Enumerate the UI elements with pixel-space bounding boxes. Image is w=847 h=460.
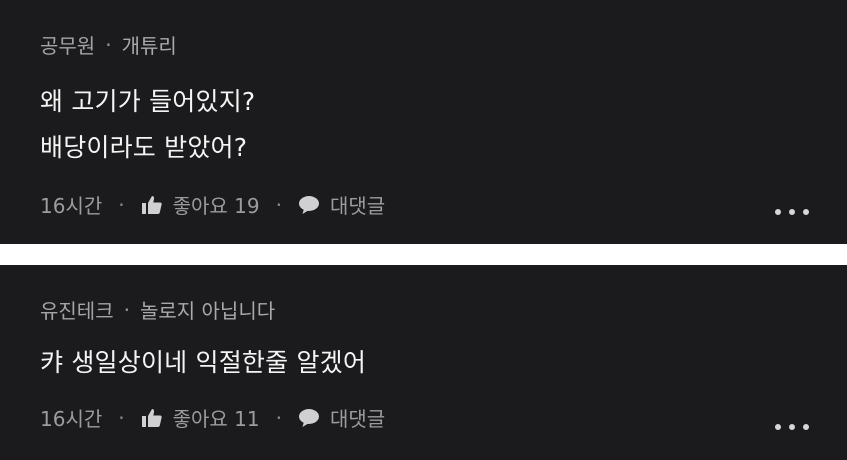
action-separator: · [275, 405, 282, 430]
comment-tag: 개튜리 [121, 34, 177, 58]
comment-tag: 놀로지 아닙니다 [139, 299, 276, 323]
comment-meta: 공무원 · 개튜리 [40, 30, 177, 59]
comment-text-line: 배당이라도 받았어? [40, 133, 248, 162]
meta-separator: · [123, 297, 130, 322]
more-horizontal-icon [775, 424, 781, 430]
comment-actions: 16시간 · 좋아요 11 · 대댓글 [40, 403, 385, 432]
meta-separator: · [105, 32, 112, 57]
like-button[interactable]: 좋아요 19 [141, 190, 260, 219]
comment-card: 공무원 · 개튜리 왜 고기가 들어있지? 배당이라도 받았어? 16시간 · … [0, 0, 847, 244]
reply-button[interactable]: 대댓글 [298, 190, 385, 219]
more-horizontal-icon [775, 209, 781, 215]
comment-text-line: 캬 생일상이네 익절한줄 알겠어 [40, 348, 367, 377]
speech-bubble-icon [298, 195, 320, 215]
thumbs-up-icon [141, 195, 163, 215]
action-separator: · [118, 192, 125, 217]
reply-button[interactable]: 대댓글 [298, 403, 385, 432]
like-button[interactable]: 좋아요 11 [141, 403, 260, 432]
comment-time: 16시간 [40, 407, 103, 431]
reply-label: 대댓글 [329, 407, 386, 431]
comment-card: 유진테크 · 놀로지 아닙니다 캬 생일상이네 익절한줄 알겠어 16시간 · … [0, 265, 847, 460]
more-options-button[interactable] [775, 421, 809, 433]
like-label: 좋아요 11 [172, 407, 260, 431]
thumbs-up-icon [141, 408, 163, 428]
comment-meta: 유진테크 · 놀로지 아닙니다 [40, 295, 275, 324]
comment-time: 16시간 [40, 194, 103, 218]
more-options-button[interactable] [775, 206, 809, 218]
like-label: 좋아요 19 [172, 194, 260, 218]
comment-actions: 16시간 · 좋아요 19 · 대댓글 [40, 190, 385, 219]
comment-author[interactable]: 공무원 [40, 30, 95, 59]
action-separator: · [118, 405, 125, 430]
comment-author[interactable]: 유진테크 [40, 295, 114, 324]
action-separator: · [275, 192, 282, 217]
reply-label: 대댓글 [329, 194, 386, 218]
comment-text-line: 왜 고기가 들어있지? [40, 87, 256, 116]
speech-bubble-icon [298, 408, 320, 428]
